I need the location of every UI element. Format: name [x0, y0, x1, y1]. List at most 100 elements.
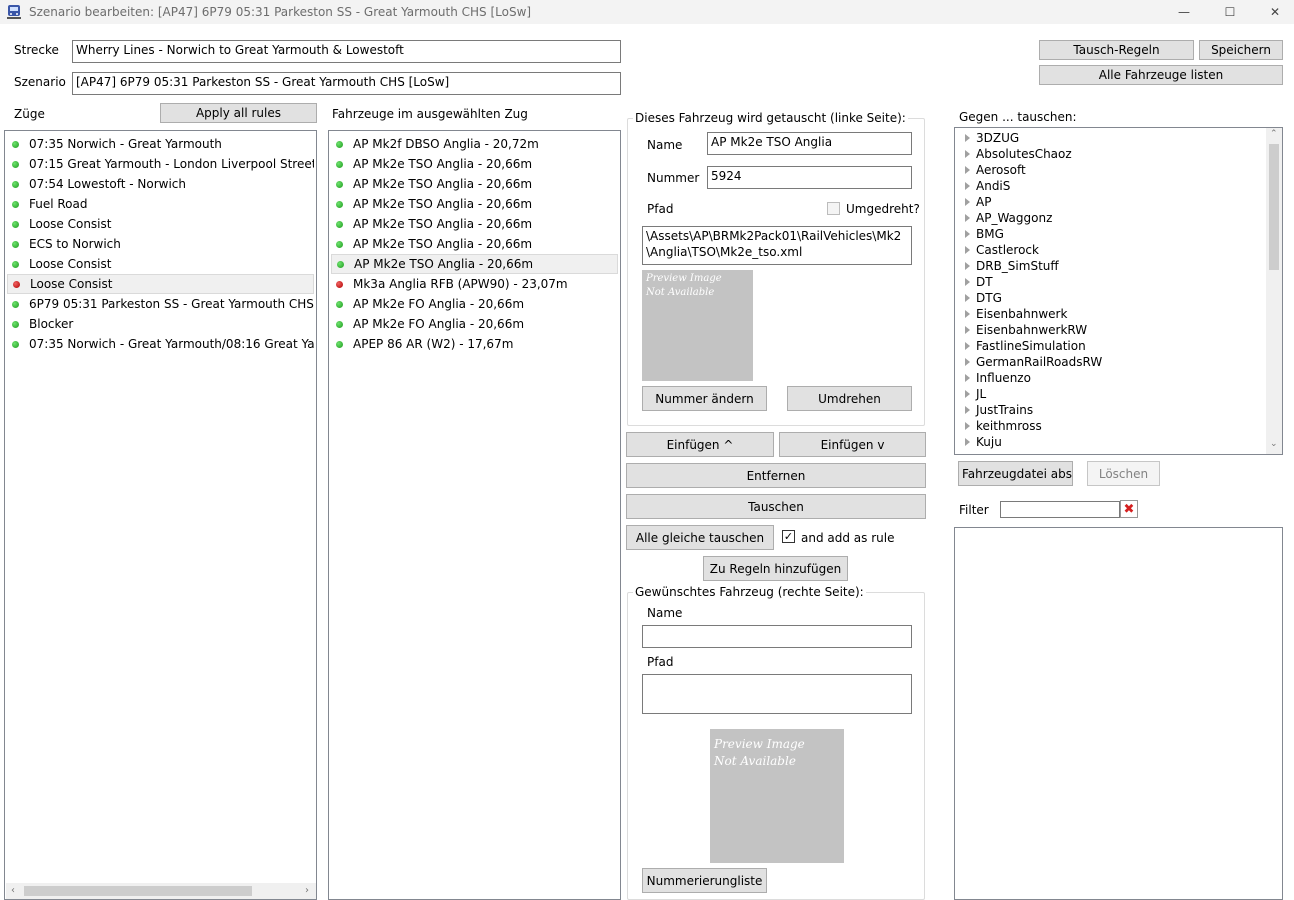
list-all-vehicles-button[interactable]: Alle Fahrzeuge listen: [1039, 65, 1283, 85]
train-list-item[interactable]: Blocker: [7, 314, 314, 334]
tree-item[interactable]: AP: [965, 194, 991, 210]
insert-down-button[interactable]: Einfügen v: [779, 432, 926, 457]
minimize-button[interactable]: —: [1161, 0, 1207, 24]
tree-item[interactable]: Kuju: [965, 434, 1002, 450]
expand-arrow-icon[interactable]: [965, 182, 970, 190]
expand-arrow-icon[interactable]: [965, 406, 970, 414]
source-path-field[interactable]: \Assets\AP\BRMk2Pack01\RailVehicles\Mk2\…: [642, 226, 912, 265]
train-list-item[interactable]: 07:54 Lowestoft - Norwich: [7, 174, 314, 194]
expand-arrow-icon[interactable]: [965, 390, 970, 398]
expand-arrow-icon[interactable]: [965, 294, 970, 302]
train-list-item[interactable]: 07:15 Great Yarmouth - London Liverpool …: [7, 154, 314, 174]
search-vehicle-file-button[interactable]: Fahrzeugdatei absuchen: [958, 461, 1073, 486]
save-button[interactable]: Speichern: [1199, 40, 1283, 60]
tree-item[interactable]: EisenbahnwerkRW: [965, 322, 1087, 338]
vehicle-list-item[interactable]: AP Mk2f DBSO Anglia - 20,72m: [331, 134, 618, 154]
tree-item[interactable]: GermanRailRoadsRW: [965, 354, 1102, 370]
expand-arrow-icon[interactable]: [965, 342, 970, 350]
tree-item[interactable]: AbsolutesChaoz: [965, 146, 1072, 162]
scroll-up-icon[interactable]: ⌃: [1270, 129, 1278, 139]
expand-arrow-icon[interactable]: [965, 230, 970, 238]
expand-arrow-icon[interactable]: [965, 214, 970, 222]
expand-arrow-icon[interactable]: [965, 358, 970, 366]
tree-item[interactable]: JL: [965, 386, 986, 402]
expand-arrow-icon[interactable]: [965, 326, 970, 334]
vehicles-list[interactable]: AP Mk2f DBSO Anglia - 20,72m AP Mk2e TSO …: [328, 130, 621, 900]
expand-arrow-icon[interactable]: [965, 310, 970, 318]
clear-filter-icon[interactable]: ✖: [1120, 500, 1138, 518]
horizontal-scrollbar[interactable]: ‹ ›: [6, 883, 316, 899]
expand-arrow-icon[interactable]: [965, 134, 970, 142]
expand-arrow-icon[interactable]: [965, 166, 970, 174]
train-list-item[interactable]: Loose Consist: [7, 214, 314, 234]
swap-button[interactable]: Tauschen: [626, 494, 926, 519]
delete-button[interactable]: Löschen: [1087, 461, 1160, 486]
scroll-right-icon[interactable]: ›: [305, 885, 309, 896]
vehicle-provider-tree[interactable]: Kuju keithmross JustTrains JL Influenzo Germa…: [954, 127, 1283, 455]
reverse-button[interactable]: Umdrehen: [787, 386, 912, 411]
trains-list[interactable]: 07:35 Norwich - Great Yarmouth/08:16 Gre…: [4, 130, 317, 900]
add-as-rule-checkbox[interactable]: ✓: [782, 530, 795, 543]
train-list-item[interactable]: 07:35 Norwich - Great Yarmouth: [7, 134, 314, 154]
tree-item[interactable]: DRB_SimStuff: [965, 258, 1059, 274]
vehicle-list-item[interactable]: AP Mk2e TSO Anglia - 20,66m: [331, 254, 618, 274]
swap-all-same-button[interactable]: Alle gleiche tauschen: [626, 525, 774, 550]
vehicle-list-item[interactable]: Mk3a Anglia RFB (APW90) - 23,07m: [331, 274, 618, 294]
train-list-item[interactable]: ECS to Norwich: [7, 234, 314, 254]
scrollbar-thumb[interactable]: [1269, 144, 1279, 270]
vehicle-list-item[interactable]: AP Mk2e TSO Anglia - 20,66m: [331, 214, 618, 234]
target-path-field[interactable]: [642, 674, 912, 714]
add-to-rules-button[interactable]: Zu Regeln hinzufügen: [703, 556, 848, 581]
vehicle-list-item[interactable]: AP Mk2e FO Anglia - 20,66m: [331, 314, 618, 334]
train-list-item[interactable]: 07:35 Norwich - Great Yarmouth/08:16 Gre…: [7, 334, 314, 354]
vehicle-list-item[interactable]: AP Mk2e FO Anglia - 20,66m: [331, 294, 618, 314]
tree-item[interactable]: AP_Waggonz: [965, 210, 1052, 226]
source-name-field[interactable]: AP Mk2e TSO Anglia: [707, 132, 912, 155]
tree-item[interactable]: JustTrains: [965, 402, 1033, 418]
tree-item[interactable]: Aerosoft: [965, 162, 1026, 178]
vehicle-list-item[interactable]: AP Mk2e TSO Anglia - 20,66m: [331, 174, 618, 194]
scroll-left-icon[interactable]: ‹: [11, 885, 15, 896]
vehicle-list-item[interactable]: AP Mk2e TSO Anglia - 20,66m: [331, 234, 618, 254]
close-button[interactable]: ✕: [1252, 0, 1294, 24]
tree-item[interactable]: Castlerock: [965, 242, 1039, 258]
source-number-field[interactable]: 5924: [707, 166, 912, 189]
filter-results-list[interactable]: [954, 527, 1283, 900]
train-list-item[interactable]: Loose Consist: [7, 254, 314, 274]
reversed-checkbox[interactable]: [827, 202, 840, 215]
expand-arrow-icon[interactable]: [965, 262, 970, 270]
expand-arrow-icon[interactable]: [965, 278, 970, 286]
vehicle-list-item[interactable]: APEP 86 AR (W2) - 17,67m: [331, 334, 618, 354]
scroll-down-icon[interactable]: ⌄: [1270, 439, 1278, 449]
tree-item[interactable]: DTG: [965, 290, 1002, 306]
insert-up-button[interactable]: Einfügen ^: [626, 432, 774, 457]
change-number-button[interactable]: Nummer ändern: [642, 386, 767, 411]
tree-item[interactable]: BMG: [965, 226, 1004, 242]
tausch-regeln-button[interactable]: Tausch-Regeln: [1039, 40, 1194, 60]
expand-arrow-icon[interactable]: [965, 422, 970, 430]
remove-button[interactable]: Entfernen: [626, 463, 926, 488]
scrollbar-thumb[interactable]: [24, 886, 252, 896]
vehicle-list-item[interactable]: AP Mk2e TSO Anglia - 20,66m: [331, 194, 618, 214]
expand-arrow-icon[interactable]: [965, 198, 970, 206]
expand-arrow-icon[interactable]: [965, 150, 970, 158]
train-list-item[interactable]: 6P79 05:31 Parkeston SS - Great Yarmouth…: [7, 294, 314, 314]
maximize-button[interactable]: ☐: [1207, 0, 1253, 24]
vertical-scrollbar[interactable]: ⌃ ⌄: [1266, 128, 1282, 454]
vehicle-list-item[interactable]: AP Mk2e TSO Anglia - 20,66m: [331, 154, 618, 174]
tree-item[interactable]: 3DZUG: [965, 130, 1019, 146]
apply-all-rules-button[interactable]: Apply all rules: [160, 103, 317, 123]
tree-item[interactable]: keithmross: [965, 418, 1042, 434]
strecke-field[interactable]: Wherry Lines - Norwich to Great Yarmouth…: [72, 40, 621, 63]
tree-item[interactable]: DT: [965, 274, 993, 290]
szenario-field[interactable]: [AP47] 6P79 05:31 Parkeston SS - Great Y…: [72, 72, 621, 95]
tree-item[interactable]: Eisenbahnwerk: [965, 306, 1067, 322]
tree-item[interactable]: Influenzo: [965, 370, 1031, 386]
train-list-item[interactable]: Loose Consist: [7, 274, 314, 294]
filter-input[interactable]: [1000, 501, 1120, 518]
numbering-list-button[interactable]: Nummerierungliste: [642, 868, 767, 893]
tree-item[interactable]: AndiS: [965, 178, 1010, 194]
expand-arrow-icon[interactable]: [965, 374, 970, 382]
target-name-field[interactable]: [642, 625, 912, 648]
expand-arrow-icon[interactable]: [965, 246, 970, 254]
